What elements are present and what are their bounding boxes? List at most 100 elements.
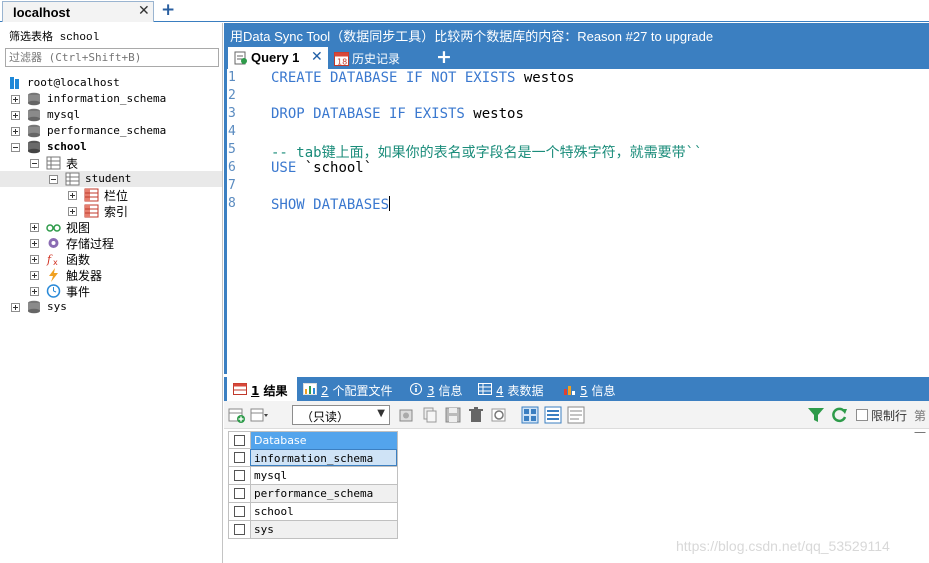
tree-node-db[interactable]: mysql	[0, 107, 222, 123]
refresh-icon[interactable]	[830, 406, 848, 424]
tree-node-columns[interactable]: 栏位	[0, 187, 222, 203]
database-icon	[28, 300, 40, 314]
database-icon	[28, 92, 40, 106]
svg-text:f: f	[46, 253, 53, 266]
editor-line: 4	[227, 124, 927, 142]
sql-editor[interactable]: 1 CREATE DATABASE IF NOT EXISTS westos 2…	[224, 69, 929, 374]
save-icon[interactable]	[444, 406, 462, 424]
line-number: 7	[228, 178, 236, 193]
table-row[interactable]: school	[228, 503, 398, 521]
limit-rows-checkbox[interactable]	[856, 409, 868, 421]
table-row[interactable]: performance_schema	[228, 485, 398, 503]
table-row[interactable]: information_schema	[228, 449, 398, 467]
expand-icon[interactable]	[68, 207, 77, 216]
tab-info-2-num: 5	[580, 384, 588, 398]
tree-node-label: 存储过程	[66, 237, 115, 251]
upgrade-banner[interactable]: 用Data Sync Tool（数据同步工具）比较两个数据库的内容：Reason…	[224, 23, 929, 45]
grid-cell[interactable]: sys	[250, 521, 397, 538]
tree-node-events[interactable]: 事件	[0, 283, 222, 299]
tree-node-indexes[interactable]: 索引	[0, 203, 222, 219]
tree-node-label: information_schema	[47, 92, 167, 105]
form-view-icon[interactable]	[544, 406, 562, 424]
row-checkbox[interactable]	[234, 488, 245, 499]
tree-node-student[interactable]: student	[0, 171, 222, 187]
tab-query-1[interactable]: Query 1 ✕	[228, 47, 328, 69]
expand-icon[interactable]	[11, 303, 20, 312]
expand-icon[interactable]	[30, 271, 39, 280]
close-icon[interactable]: ✕	[138, 3, 150, 19]
row-checkbox[interactable]	[234, 524, 245, 535]
tab-info-2-label: 信息	[587, 384, 616, 398]
filter-label: 筛选表格 school	[9, 32, 100, 44]
calendar-icon-day: 18	[337, 58, 347, 67]
tree-node-label: performance_schema	[47, 124, 167, 137]
tree-node-db[interactable]: sys	[0, 299, 222, 315]
tree-node-db[interactable]: performance_schema	[0, 123, 222, 139]
connection-tab-localhost[interactable]: localhost ✕	[2, 1, 154, 22]
tree-node-label: student	[85, 172, 132, 185]
sql-keyword: DROP DATABASE IF EXISTS	[271, 106, 465, 122]
table-row[interactable]: sys	[228, 521, 398, 539]
tab-result[interactable]: 1 结果	[227, 377, 297, 401]
grid-cell[interactable]: mysql	[250, 467, 397, 484]
tab-profile-num: 2	[321, 384, 329, 398]
expand-icon[interactable]	[11, 127, 20, 136]
export-icon[interactable]	[398, 406, 416, 424]
grid-cell[interactable]: performance_schema	[250, 485, 397, 502]
tree-node-db[interactable]: information_schema	[0, 91, 222, 107]
add-row-icon[interactable]	[228, 406, 246, 424]
tab-history-label: 历史记录	[352, 52, 401, 66]
expand-icon[interactable]	[11, 95, 20, 104]
tab-profile[interactable]: 2 个配置文件	[297, 377, 407, 401]
table-row[interactable]: mysql	[228, 467, 398, 485]
delete-icon[interactable]	[467, 406, 485, 424]
filter-icon[interactable]	[807, 406, 825, 424]
row-checkbox[interactable]	[234, 506, 245, 517]
readonly-select[interactable]: （只读） ▼	[292, 405, 390, 425]
new-connection-tab-button[interactable]: +	[161, 0, 175, 20]
row-options-icon[interactable]	[250, 406, 268, 424]
column-header-database[interactable]: Database	[250, 432, 397, 449]
tab-info-2[interactable]: 5 信息	[556, 377, 626, 401]
query-icon	[234, 51, 247, 65]
collapse-icon[interactable]	[11, 143, 20, 152]
collapse-icon[interactable]	[30, 159, 39, 168]
refresh-grid-icon[interactable]	[490, 406, 508, 424]
row-checkbox[interactable]	[234, 470, 245, 481]
add-query-tab-button[interactable]: +	[436, 46, 452, 68]
editor-line: 8 SHOW DATABASES	[227, 196, 927, 214]
tab-history[interactable]: 18 历史记录	[330, 47, 410, 69]
tree-node-school[interactable]: school	[0, 139, 222, 155]
expand-icon[interactable]	[30, 239, 39, 248]
select-all-checkbox[interactable]	[234, 435, 245, 446]
tab-table-data-label: 表数据	[503, 384, 544, 398]
tree-node-triggers[interactable]: 触发器	[0, 267, 222, 283]
grid-view-icon[interactable]	[521, 406, 539, 424]
tab-info[interactable]: 3 信息	[403, 377, 473, 401]
tree-node-tables[interactable]: 表	[0, 155, 222, 171]
expand-icon[interactable]	[30, 255, 39, 264]
tree-node-views[interactable]: 视图	[0, 219, 222, 235]
tree-node-procedures[interactable]: 存储过程	[0, 235, 222, 251]
expand-icon[interactable]	[68, 191, 77, 200]
tree-node-root[interactable]: root@localhost	[0, 75, 222, 91]
row-checkbox[interactable]	[234, 452, 245, 463]
function-icon: fx	[46, 253, 58, 266]
tab-table-data[interactable]: 4 表数据	[472, 377, 557, 401]
database-tree: root@localhost information_schema mysql …	[0, 75, 222, 315]
tab-profile-label: 个配置文件	[328, 384, 393, 398]
collapse-icon[interactable]	[49, 175, 58, 184]
tab-info-label: 信息	[434, 384, 463, 398]
bar-chart-icon	[564, 386, 575, 395]
expand-icon[interactable]	[30, 223, 39, 232]
grid-cell[interactable]: school	[250, 503, 397, 520]
grid-cell[interactable]: information_schema	[250, 449, 397, 466]
filter-input[interactable]	[5, 48, 219, 67]
expand-icon[interactable]	[11, 111, 20, 120]
close-icon[interactable]: ✕	[311, 49, 323, 65]
copy-icon[interactable]	[421, 406, 439, 424]
tree-node-functions[interactable]: fx 函数	[0, 251, 222, 267]
expand-icon[interactable]	[30, 287, 39, 296]
text-view-icon[interactable]	[567, 406, 585, 424]
sql-identifier: `school`	[296, 160, 373, 176]
